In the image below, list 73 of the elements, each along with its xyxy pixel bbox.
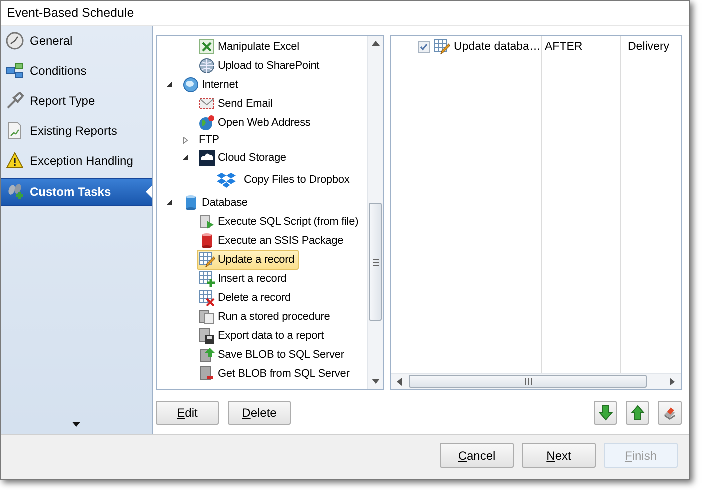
wizard-button[interactable]: Cancel [440,443,514,468]
nav-item[interactable]: Exception Handling [1,148,152,174]
envelope-icon [199,96,215,112]
collapse-arrow-icon[interactable] [166,199,173,206]
scroll-down-icon[interactable] [72,422,81,427]
globe-icon [183,76,199,92]
clear-button[interactable] [658,401,682,425]
eraser-icon [663,405,677,421]
tool-icon [6,92,24,110]
tree-item[interactable]: Insert a record [197,268,291,288]
expand-arrow-icon[interactable] [182,136,189,144]
table-cell-text: AFTER [544,40,584,55]
nav-item[interactable]: Report Type [1,88,152,114]
tree-item[interactable]: Database [181,192,252,212]
scroll-right-icon[interactable] [670,378,675,386]
globe-icon [199,58,215,74]
table-cell-text: Delivery [627,40,670,55]
nav-item[interactable]: General [1,28,152,54]
warning-icon [6,152,24,170]
tree-item[interactable]: Open Web Address [197,112,315,132]
clock-icon [6,32,24,50]
spreadsheet-icon [199,38,215,54]
scrollbar-thumb[interactable] [409,375,647,388]
tree-item[interactable]: Save BLOB to SQL Server [197,344,348,364]
scroll-left-icon[interactable] [397,378,402,386]
scroll-up-icon[interactable] [372,41,380,46]
dropbox-icon [217,172,236,188]
cloud-icon [199,150,215,166]
nav-item[interactable]: Custom Tasks [1,178,152,206]
move-down-button[interactable] [594,401,617,425]
blocks-icon [6,62,24,80]
down-arrow-icon [598,405,612,421]
scrollbar-thumb[interactable] [369,203,382,321]
table-pencil-icon [199,252,215,268]
task-button[interactable]: Delete [228,401,291,425]
scroll-down-icon[interactable] [372,379,380,384]
table-plus-icon [199,270,215,286]
script-run-icon [199,214,215,230]
database-icon [183,194,199,210]
up-arrow-icon [630,405,644,421]
tree-item[interactable]: Upload to SharePoint [197,56,324,76]
task-name: Update databa… [454,41,541,53]
tree-item[interactable]: Cloud Storage [197,148,290,168]
tree-item[interactable]: Update a record [197,250,299,270]
task-button[interactable]: Edit [156,401,219,425]
globe-icon [199,114,215,130]
tree-item[interactable]: Get BLOB from SQL Server [197,364,354,384]
vertical-scrollbar[interactable] [367,36,383,389]
tree-item[interactable]: Manipulate Excel [197,36,304,56]
horizontal-scrollbar[interactable] [391,373,681,389]
table-cross-icon [199,290,215,306]
footprints-plus-icon [6,183,24,201]
checkbox[interactable] [418,41,430,53]
tree-item[interactable]: Execute an SSIS Package [197,230,348,250]
move-up-button[interactable] [626,401,649,425]
tree-item[interactable]: Execute SQL Script (from file) [197,212,363,232]
tree-item[interactable]: FTP [197,132,224,148]
tree-item[interactable]: Run a stored procedure [197,306,334,326]
database-disk-icon [199,328,215,344]
tree-item[interactable]: Internet [181,74,242,94]
collapse-arrow-icon[interactable] [166,81,173,88]
collapse-arrow-icon[interactable] [182,154,189,161]
table-pencil-icon [434,39,450,55]
nav-item[interactable]: Conditions [1,58,152,84]
tree-item[interactable]: Copy Files to Dropbox [213,170,354,190]
tree-item[interactable]: Delete a record [197,288,295,308]
database-up-arrow-icon [199,346,215,362]
database-icon [199,232,215,248]
nav-item[interactable]: Existing Reports [1,118,152,144]
document-chart-icon [6,122,24,140]
wizard-button[interactable]: Next [522,443,596,468]
tree-item[interactable]: Export data to a report [197,326,328,346]
tree-item[interactable]: Send Email [197,94,277,114]
